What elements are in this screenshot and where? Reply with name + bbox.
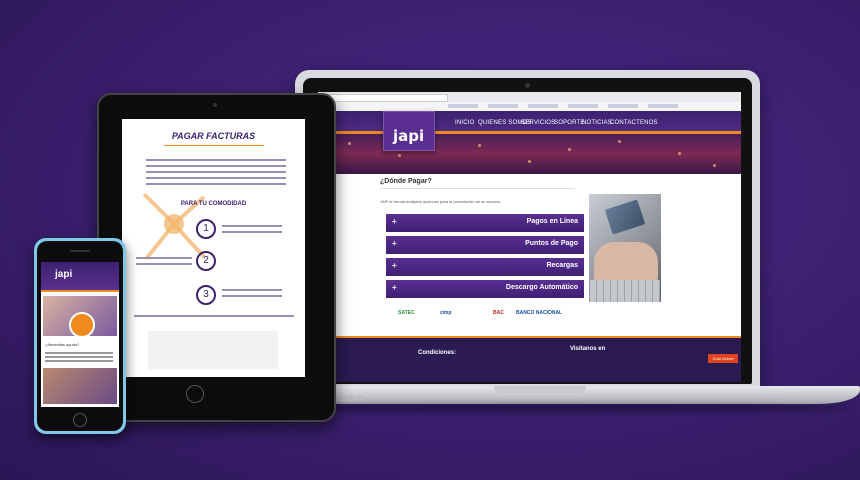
support-icon [69,312,95,338]
step-2-icon: 2 [196,251,216,271]
phone-logo[interactable]: japi [55,269,72,280]
phone-home-button[interactable] [73,413,87,427]
tablet-camera [213,103,217,107]
phone-speaker [70,250,90,252]
phone-screen: japi ¿Necesitas ayuda? [41,262,119,407]
tablet-screen: PAGAR FACTURAS PARA TU COMODIDAD 1 2 3 [122,119,305,377]
text-line [146,165,286,167]
phone-header [41,262,119,290]
plus-icon: + [392,217,397,226]
step-text [222,289,282,291]
info-table [148,331,278,369]
phone-secondary-photo [43,368,117,404]
site-footer: Condiciones: Visítanos en [318,338,741,382]
phone-help-heading: ¿Necesitas ayuda? [45,342,80,347]
keyboard-image [590,280,660,302]
banco-nacional-logo[interactable]: BANCO NACIONAL [516,310,562,316]
button-label: Descargo Automático [505,284,578,291]
text-line [146,171,286,173]
text-line [146,159,286,161]
step-1-icon: 1 [196,219,216,239]
laptop-screen: INICIO QUIENES SOMOS SERVICIOS SOPORTE N… [318,92,741,382]
tablet-title-underline [164,145,264,146]
hero-banner [318,134,741,174]
plus-icon: + [392,283,397,292]
title-divider [380,188,575,189]
recargas-button[interactable]: + Recargas [386,258,584,276]
step-text [222,225,282,227]
plus-icon: + [392,239,397,248]
nav-noticias[interactable]: NOTICIAS [582,120,612,126]
page-title: ¿Dónde Pagar? [380,178,432,185]
tablet-page-title: PAGAR FACTURAS [171,131,256,141]
step-text [136,263,192,265]
step-text [222,231,282,233]
main-nav: INICIO QUIENES SOMOS SERVICIOS SOPORTE N… [318,119,741,131]
button-label: Puntos de Pago [525,240,578,247]
button-label: Pagos en Línea [526,218,578,225]
logo-text: japi [393,127,425,145]
step-3-icon: 3 [196,285,216,305]
bac-logo[interactable]: BAC [493,310,504,316]
japi-logo[interactable]: japi [383,111,435,151]
footer-conditions-heading: Condiciones: [418,350,457,356]
descargo-automatico-button[interactable]: + Descargo Automático [386,280,584,298]
step-text [222,295,282,297]
nav-soporte[interactable]: SOPORTE [554,120,585,126]
zimp-logo[interactable]: zimp [440,310,451,316]
laptop-indicator-lights [330,388,370,401]
satec-logo[interactable]: SATEC [398,310,415,316]
nav-contactenos[interactable]: CONTACTENOS [610,120,658,126]
hand-image [594,242,658,282]
pagos-en-linea-button[interactable]: + Pagos en Línea [386,214,584,232]
nav-inicio[interactable]: INICIO [455,120,475,126]
plus-icon: + [392,261,397,270]
page-description: JAPI le brinda múltiples opciones para l… [380,199,502,204]
phone-accent-bar [41,290,119,292]
nav-servicios[interactable]: SERVICIOS [521,120,555,126]
text-line [134,315,294,317]
step-text [136,257,192,259]
chat-online-button[interactable]: Chat Online [708,354,738,363]
laptop-camera [525,83,530,88]
button-label: Recargas [546,262,578,269]
footer-visit-heading: Visítanos en [570,346,606,352]
puntos-de-pago-button[interactable]: + Puntos de Pago [386,236,584,254]
tablet-home-button[interactable] [186,385,204,403]
address-bar[interactable] [326,94,448,102]
partner-logos: SATEC zimp BAC BANCO NACIONAL [398,310,588,322]
tablet-subtitle: PARA TU COMODIDAD [180,201,247,207]
laptop-notch [494,386,586,393]
